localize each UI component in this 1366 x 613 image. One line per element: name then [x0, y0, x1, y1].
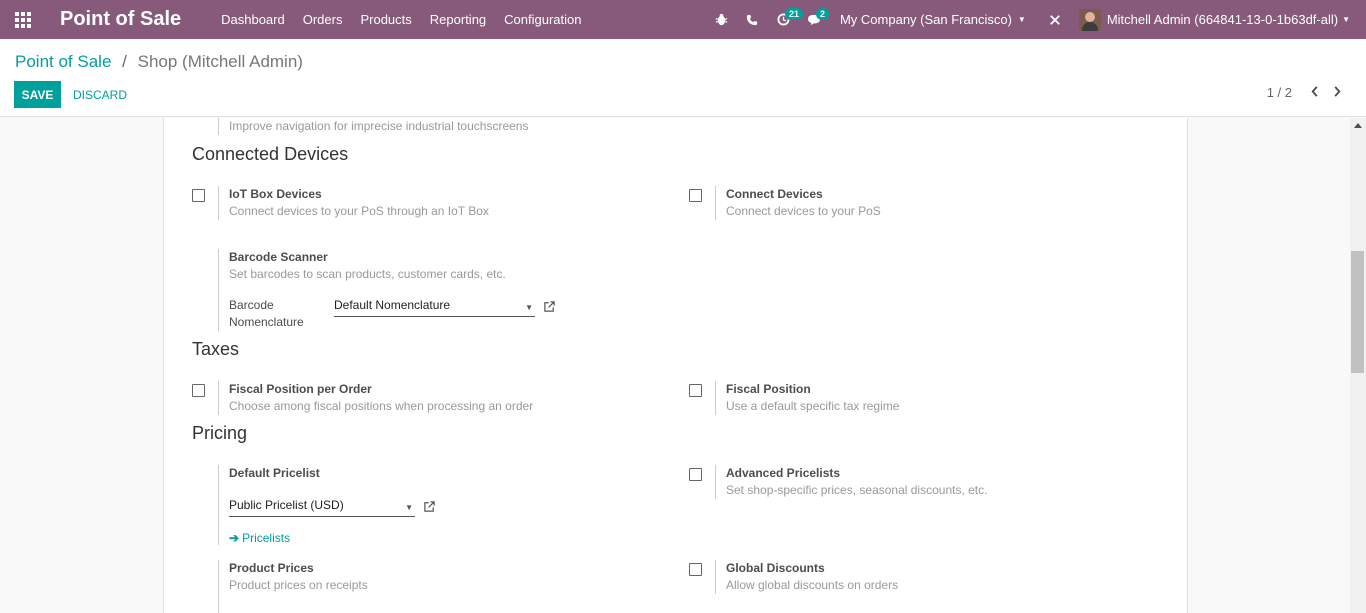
fiscal-position-per-order-label: Fiscal Position per Order: [229, 382, 372, 396]
company-switcher[interactable]: My Company (San Francisco): [840, 12, 1012, 27]
barcode-nomenclature-value: Default Nomenclature: [334, 298, 451, 312]
product-prices-label: Product Prices: [229, 561, 314, 575]
scroll-thumb[interactable]: [1351, 251, 1364, 373]
app-title: Point of Sale: [60, 8, 182, 30]
breadcrumb-parent[interactable]: Point of Sale: [15, 52, 111, 71]
connect-devices-checkbox[interactable]: [689, 189, 702, 202]
settings-content: Improve navigation for imprecise industr…: [0, 118, 1350, 613]
user-name: Mitchell Admin (664841-13-0-1b63df-all): [1106, 12, 1339, 27]
pager: 1 / 2: [1267, 84, 1348, 100]
user-menu[interactable]: Mitchell Admin (664841-13-0-1b63df-all) …: [1078, 8, 1350, 31]
caret-down-icon: ▼: [405, 503, 413, 512]
product-prices-desc: Product prices on receipts: [229, 578, 368, 592]
menu-dashboard[interactable]: Dashboard: [221, 12, 285, 27]
apps-menu-icon[interactable]: [0, 0, 46, 39]
menu-orders[interactable]: Orders: [303, 12, 343, 27]
default-pricelist-label: Default Pricelist: [229, 466, 320, 480]
advanced-pricelists-checkbox[interactable]: [689, 468, 702, 481]
menu-reporting[interactable]: Reporting: [430, 12, 486, 27]
barcode-scanner-desc: Set barcodes to scan products, customer …: [229, 267, 506, 281]
tools-icon[interactable]: [1040, 0, 1071, 39]
connect-devices-desc: Connect devices to your PoS: [726, 204, 881, 218]
menu-configuration[interactable]: Configuration: [504, 12, 581, 27]
menu-products[interactable]: Products: [360, 12, 411, 27]
pricelists-link-label: Pricelists: [242, 531, 291, 545]
global-discounts-label: Global Discounts: [726, 561, 825, 575]
pricelists-link[interactable]: ➔ Pricelists: [229, 531, 638, 545]
barcode-scanner-label: Barcode Scanner: [229, 250, 328, 264]
barcode-nomenclature-select[interactable]: Default Nomenclature ▼: [334, 297, 535, 317]
main-menu: Dashboard Orders Products Reporting Conf…: [221, 12, 599, 27]
chevron-left-icon[interactable]: [1304, 84, 1326, 100]
chevron-down-icon: ▼: [1342, 15, 1350, 24]
default-pricelist-row: Public Pricelist (USD) ▼: [229, 497, 638, 517]
advanced-pricelists-desc: Set shop-specific prices, seasonal disco…: [726, 483, 988, 497]
systray: 21 2 My Company (San Francisco) ▼ Mitche…: [706, 0, 1366, 39]
barcode-nomenclature-row: Barcode Nomenclature Default Nomenclatur…: [229, 297, 638, 331]
breadcrumb: Point of Sale / Shop (Mitchell Admin): [15, 52, 303, 72]
vertical-scrollbar[interactable]: [1350, 118, 1366, 613]
barcode-nomenclature-label: Barcode Nomenclature: [229, 298, 304, 329]
global-discounts-checkbox[interactable]: [689, 563, 702, 576]
iot-box-label: IoT Box Devices: [229, 187, 322, 201]
avatar: [1078, 8, 1101, 31]
global-discounts-desc: Allow global discounts on orders: [726, 578, 899, 592]
connect-devices-label: Connect Devices: [726, 187, 823, 201]
breadcrumb-separator: /: [122, 52, 127, 71]
section-taxes: Taxes: [192, 339, 240, 359]
external-link-icon[interactable]: [423, 500, 436, 513]
fiscal-position-checkbox[interactable]: [689, 384, 702, 397]
activity-icon[interactable]: 21: [768, 0, 803, 39]
touchscreen-desc: Improve navigation for imprecise industr…: [229, 119, 529, 133]
default-pricelist-select[interactable]: Public Pricelist (USD) ▼: [229, 497, 415, 517]
messages-icon[interactable]: 2: [799, 0, 830, 39]
discard-button[interactable]: DISCARD: [73, 81, 127, 108]
default-pricelist-value: Public Pricelist (USD): [229, 498, 344, 512]
section-pricing: Pricing: [192, 423, 248, 443]
fiscal-position-per-order-desc: Choose among fiscal positions when proce…: [229, 399, 534, 413]
caret-down-icon: ▼: [525, 303, 533, 312]
pager-value[interactable]: 1 / 2: [1267, 85, 1292, 100]
top-navbar: Point of Sale Dashboard Orders Products …: [0, 0, 1366, 39]
breadcrumb-current: Shop (Mitchell Admin): [137, 52, 303, 71]
debug-icon[interactable]: [706, 0, 737, 39]
fiscal-position-per-order-checkbox[interactable]: [192, 384, 205, 397]
phone-icon[interactable]: [737, 0, 768, 39]
message-count-badge: 2: [815, 8, 829, 20]
iot-box-checkbox[interactable]: [192, 189, 205, 202]
scroll-up-arrow-icon[interactable]: [1354, 123, 1362, 128]
control-panel: Point of Sale / Shop (Mitchell Admin) SA…: [0, 39, 1366, 117]
arrow-right-icon: ➔: [229, 531, 240, 545]
iot-box-desc: Connect devices to your PoS through an I…: [229, 204, 489, 218]
save-button[interactable]: SAVE: [14, 81, 61, 108]
chevron-down-icon: ▼: [1017, 15, 1026, 24]
chevron-right-icon[interactable]: [1326, 84, 1348, 100]
advanced-pricelists-label: Advanced Pricelists: [726, 466, 841, 480]
fiscal-position-label: Fiscal Position: [726, 382, 811, 396]
section-connected-devices: Connected Devices: [192, 144, 349, 164]
fiscal-position-desc: Use a default specific tax regime: [726, 399, 900, 413]
settings-sheet: Improve navigation for imprecise industr…: [163, 118, 1188, 613]
external-link-icon[interactable]: [543, 300, 556, 313]
